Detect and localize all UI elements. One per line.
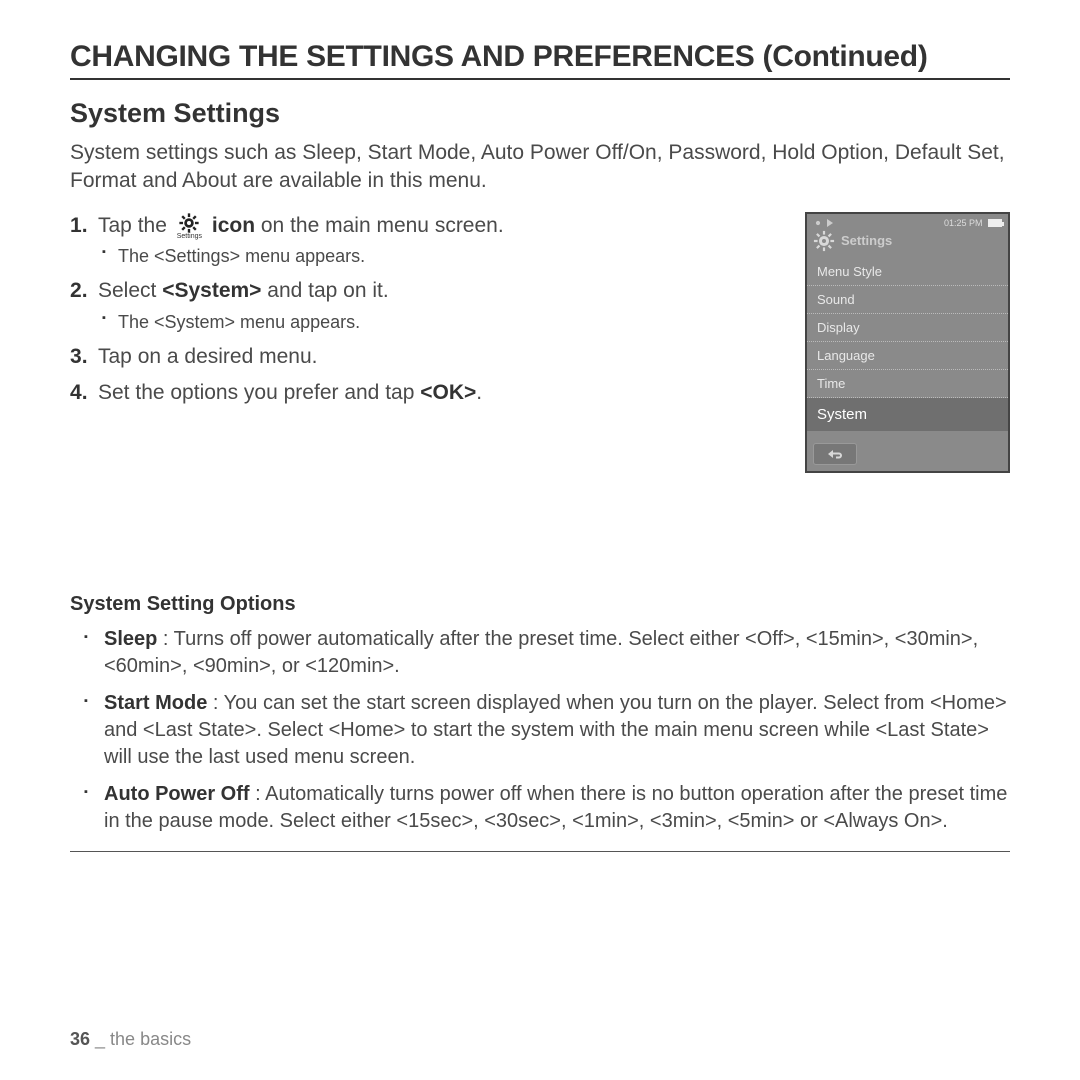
intro-text: System settings such as Sleep, Start Mod… [70,139,1010,196]
option-auto-power-off: Auto Power Off : Automatically turns pow… [70,781,1010,835]
device-time: 01:25 PM [944,218,983,228]
step-4: Set the options you prefer and tap <OK>. [70,379,785,407]
page-number: 36 [70,1029,90,1049]
options-title: System Setting Options [70,593,1010,616]
option-sleep: Sleep : Turns off power automatically af… [70,626,1010,680]
option-start-mode-text: : You can set the start screen displayed… [104,692,1007,768]
device-mock: 01:25 PM Settings [805,212,1010,473]
step3-text: Tap on a desired menu. [98,345,317,368]
section-title: System Settings [70,98,1010,129]
step-3: Tap on a desired menu. [70,343,785,371]
battery-icon [988,219,1002,227]
device-status-bar: 01:25 PM [807,214,1008,230]
footer-sep: _ [90,1029,110,1049]
step-2: Select <System> and tap on it. The <Syst… [70,277,785,335]
gear-icon: Settings [177,212,202,240]
status-left-icons [813,218,833,228]
play-icon [827,219,833,227]
menu-item-system[interactable]: System [807,398,1008,431]
option-sleep-label: Sleep [104,628,157,650]
device-header-title: Settings [841,233,892,248]
menu-item-menu-style[interactable]: Menu Style [807,258,1008,286]
step2-bold: <System> [162,279,261,302]
two-column-layout: Tap the [70,212,1010,473]
option-start-mode: Start Mode : You can set the start scree… [70,690,1010,771]
option-sleep-text: : Turns off power automatically after th… [104,628,978,677]
step2-sub: The <System> menu appears. [98,310,785,335]
page-footer: 36 _ the basics [70,1029,191,1050]
step1-text-a: Tap the [98,214,167,237]
footer-chapter: the basics [110,1029,191,1049]
option-start-mode-label: Start Mode [104,692,207,714]
step1-bold: icon [212,214,255,237]
step2-text-b: and tap on it. [261,279,388,302]
device-header: Settings [807,230,1008,258]
menu-item-time[interactable]: Time [807,370,1008,398]
menu-item-language[interactable]: Language [807,342,1008,370]
status-right: 01:25 PM [944,218,1002,228]
back-button[interactable] [813,443,857,465]
step4-text-b: . [476,381,482,404]
back-icon [826,447,844,461]
menu-item-sound[interactable]: Sound [807,286,1008,314]
step4-bold: <OK> [420,381,476,404]
steps-list: Tap the [70,212,785,408]
gear-icon [813,218,823,228]
step-1: Tap the [70,212,785,270]
step1-sub: The <Settings> menu appears. [98,244,785,269]
gear-icon [813,230,835,252]
step2-text-a: Select [98,279,162,302]
steps-column: Tap the [70,212,785,416]
options-list: Sleep : Turns off power automatically af… [70,626,1010,852]
step4-text-a: Set the options you prefer and tap [98,381,420,404]
page-title: CHANGING THE SETTINGS AND PREFERENCES (C… [70,40,1010,80]
step1-text-c: on the main menu screen. [255,214,504,237]
menu-item-display[interactable]: Display [807,314,1008,342]
option-auto-power-off-label: Auto Power Off [104,783,250,805]
device-menu-list: Menu Style Sound Display Language Time S… [807,258,1008,431]
gear-icon-label: Settings [177,233,202,240]
